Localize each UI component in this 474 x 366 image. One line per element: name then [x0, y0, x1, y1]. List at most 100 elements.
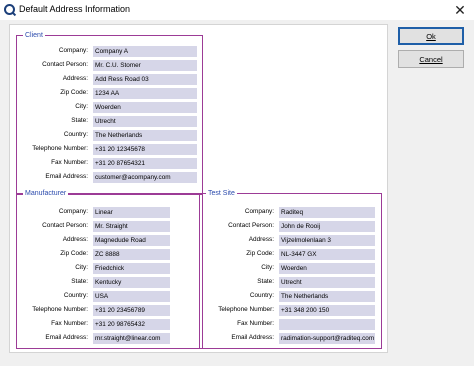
- address-field[interactable]: Magnedude Road: [93, 235, 170, 246]
- test-site-row-company: Company: Raditeq: [200, 207, 381, 218]
- test-site-row-zip-code: Zip Code: NL-3447 GX: [200, 249, 381, 260]
- fax-number-label: Fax Number:: [51, 320, 88, 327]
- telephone-number-label: Telephone Number:: [32, 145, 88, 152]
- fax-number-label: Fax Number:: [237, 320, 274, 327]
- country-label: Country:: [63, 292, 88, 299]
- contact-person-label: Contact Person:: [42, 61, 88, 68]
- client-row-address: Address: Add Ress Road 03: [17, 74, 202, 85]
- country-field[interactable]: The Netherlands: [93, 130, 197, 141]
- client-row-company: Company: Company A: [17, 46, 202, 57]
- telephone-number-label: Telephone Number:: [218, 306, 274, 313]
- company-field[interactable]: Linear: [93, 207, 170, 218]
- address-panel: Client Company: Company A Contact Person: M…: [9, 24, 388, 353]
- contact-person-field[interactable]: Mr. C.U. Stomer: [93, 60, 197, 71]
- email-address-field[interactable]: radimation-support@raditeq.com: [279, 333, 375, 344]
- client-row-fax-number: Fax Number: +31 20 87654321: [17, 158, 202, 169]
- telephone-number-label: Telephone Number:: [32, 306, 88, 313]
- manufacturer-row-telephone-number: Telephone Number: +31 20 23456789: [17, 305, 202, 316]
- test-site-row-email-address: Email Address: radimation-support@raditeq…: [200, 333, 381, 344]
- test-site-row-state: State: Utrecht: [200, 277, 381, 288]
- country-label: Country:: [63, 131, 88, 138]
- app-logo-icon: [4, 4, 15, 15]
- close-button[interactable]: ✕: [448, 1, 472, 18]
- zip-code-label: Zip Code:: [60, 250, 88, 257]
- state-label: State:: [257, 278, 274, 285]
- fax-number-field[interactable]: +31 20 98765432: [93, 319, 170, 330]
- fax-number-field[interactable]: [279, 319, 375, 330]
- company-label: Company:: [244, 208, 274, 215]
- city-label: City:: [75, 103, 88, 110]
- manufacturer-row-email-address: Email Address: mr.straight@linear.com: [17, 333, 202, 344]
- test-site-group: Test Site Company: Raditeq Contact Person:…: [199, 189, 382, 349]
- city-field[interactable]: Friedchick: [93, 263, 170, 274]
- test-site-group-title: Test Site: [206, 189, 237, 198]
- test-site-row-country: Country: The Netherlands: [200, 291, 381, 302]
- state-field[interactable]: Kentucky: [93, 277, 170, 288]
- company-label: Company:: [58, 208, 88, 215]
- client-row-zip-code: Zip Code: 1234 AA: [17, 88, 202, 99]
- email-address-label: Email Address:: [45, 173, 88, 180]
- telephone-number-field[interactable]: +31 348 200 150: [279, 305, 375, 316]
- client-group-title: Client: [23, 31, 45, 40]
- country-field[interactable]: USA: [93, 291, 170, 302]
- manufacturer-row-state: State: Kentucky: [17, 277, 202, 288]
- contact-person-field[interactable]: Mr. Straight: [93, 221, 170, 232]
- country-field[interactable]: The Netherlands: [279, 291, 375, 302]
- telephone-number-field[interactable]: +31 20 23456789: [93, 305, 170, 316]
- title-bar: Default Address Information ✕: [0, 0, 474, 20]
- address-label: Address:: [62, 75, 88, 82]
- fax-number-field[interactable]: +31 20 87654321: [93, 158, 197, 169]
- address-field[interactable]: Add Ress Road 03: [93, 74, 197, 85]
- client-group: Client Company: Company A Contact Person: M…: [16, 31, 203, 195]
- state-field[interactable]: Utrecht: [279, 277, 375, 288]
- contact-person-field[interactable]: John de Rooij: [279, 221, 375, 232]
- manufacturer-row-company: Company: Linear: [17, 207, 202, 218]
- test-site-row-city: City: Woerden: [200, 263, 381, 274]
- test-site-row-contact-person: Contact Person: John de Rooij: [200, 221, 381, 232]
- zip-code-field[interactable]: NL-3447 GX: [279, 249, 375, 260]
- fax-number-label: Fax Number:: [51, 159, 88, 166]
- city-field[interactable]: Woerden: [93, 102, 197, 113]
- test-site-row-telephone-number: Telephone Number: +31 348 200 150: [200, 305, 381, 316]
- manufacturer-group: Manufacturer Company: Linear Contact Perso…: [16, 189, 203, 349]
- client-row-state: State: Utrecht: [17, 116, 202, 127]
- test-site-row-fax-number: Fax Number:: [200, 319, 381, 330]
- email-address-label: Email Address:: [45, 334, 88, 341]
- email-address-label: Email Address:: [231, 334, 274, 341]
- state-field[interactable]: Utrecht: [93, 116, 197, 127]
- telephone-number-field[interactable]: +31 20 12345678: [93, 144, 197, 155]
- contact-person-label: Contact Person:: [228, 222, 274, 229]
- email-address-field[interactable]: customer@acompany.com: [93, 172, 197, 183]
- city-label: City:: [75, 264, 88, 271]
- client-row-city: City: Woerden: [17, 102, 202, 113]
- contact-person-label: Contact Person:: [42, 222, 88, 229]
- manufacturer-row-address: Address: Magnedude Road: [17, 235, 202, 246]
- cancel-button[interactable]: Cancel: [398, 50, 464, 68]
- ok-button[interactable]: Ok: [398, 27, 464, 45]
- window-title: Default Address Information: [19, 4, 131, 14]
- zip-code-label: Zip Code:: [246, 250, 274, 257]
- address-label: Address:: [62, 236, 88, 243]
- zip-code-field[interactable]: 1234 AA: [93, 88, 197, 99]
- client-row-country: Country: The Netherlands: [17, 130, 202, 141]
- state-label: State:: [71, 117, 88, 124]
- client-row-contact-person: Contact Person: Mr. C.U. Stomer: [17, 60, 202, 71]
- city-field[interactable]: Woerden: [279, 263, 375, 274]
- manufacturer-row-contact-person: Contact Person: Mr. Straight: [17, 221, 202, 232]
- manufacturer-group-title: Manufacturer: [23, 189, 69, 198]
- client-row-telephone-number: Telephone Number: +31 20 12345678: [17, 144, 202, 155]
- manufacturer-row-country: Country: USA: [17, 291, 202, 302]
- client-row-email-address: Email Address: customer@acompany.com: [17, 172, 202, 183]
- manufacturer-row-zip-code: Zip Code: ZC 8888: [17, 249, 202, 260]
- state-label: State:: [71, 278, 88, 285]
- country-label: Country:: [249, 292, 274, 299]
- email-address-field[interactable]: mr.straight@linear.com: [93, 333, 170, 344]
- company-field[interactable]: Company A: [93, 46, 197, 57]
- zip-code-field[interactable]: ZC 8888: [93, 249, 170, 260]
- manufacturer-row-fax-number: Fax Number: +31 20 98765432: [17, 319, 202, 330]
- company-field[interactable]: Raditeq: [279, 207, 375, 218]
- address-label: Address:: [248, 236, 274, 243]
- city-label: City:: [261, 264, 274, 271]
- address-field[interactable]: Vijzelmolenlaan 3: [279, 235, 375, 246]
- zip-code-label: Zip Code:: [60, 89, 88, 96]
